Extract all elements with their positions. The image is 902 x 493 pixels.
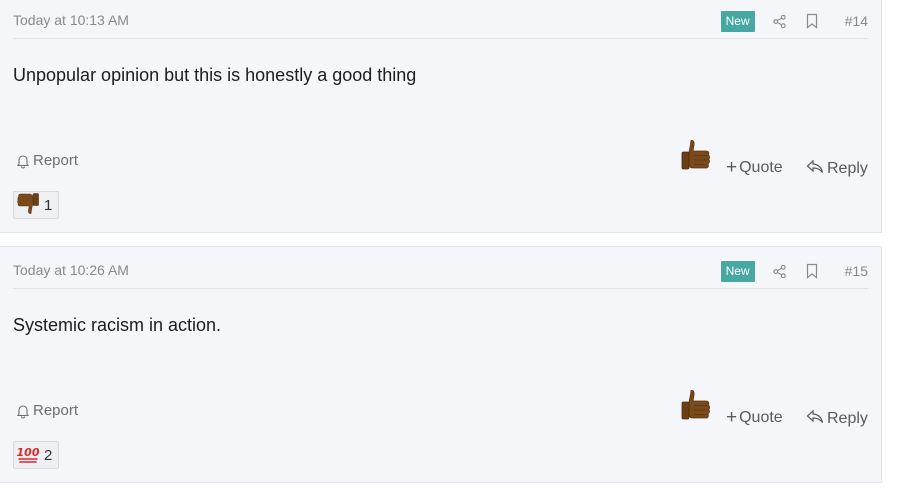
- svg-text:100: 100: [17, 446, 40, 459]
- post-message: Systemic racism in action.: [13, 315, 222, 335]
- hundred-points-icon: 100: [16, 441, 40, 470]
- bookmark-icon[interactable]: [803, 262, 821, 280]
- quote-label: Quote: [739, 409, 783, 426]
- post-15: Today at 10:26 AM New #15 Systemic racis…: [0, 246, 882, 483]
- share-icon[interactable]: [771, 12, 789, 30]
- quote-label: Quote: [739, 159, 783, 176]
- new-badge: New: [720, 10, 755, 32]
- reply-label: Reply: [827, 160, 868, 177]
- report-link[interactable]: Report: [15, 402, 78, 419]
- quote-link[interactable]: + Quote: [726, 407, 783, 428]
- post-number[interactable]: #15: [845, 263, 868, 279]
- post-header: Today at 10:26 AM New #15: [13, 257, 868, 289]
- thumbs-down-icon: [16, 191, 40, 220]
- post-message: Unpopular opinion but this is honestly a…: [13, 65, 417, 85]
- bell-icon: [15, 403, 31, 419]
- thumbs-up-icon[interactable]: [680, 389, 712, 423]
- reaction-summary[interactable]: 100 2: [13, 441, 60, 470]
- bookmark-icon[interactable]: [803, 12, 821, 30]
- post-header: Today at 10:13 AM New #14: [13, 7, 868, 39]
- post-14: Today at 10:13 AM New #14 Unpopular opin…: [0, 0, 882, 233]
- post-timestamp[interactable]: Today at 10:13 AM: [13, 12, 129, 28]
- report-label: Report: [33, 152, 79, 169]
- report-label: Report: [33, 402, 79, 419]
- plus-icon: +: [726, 157, 738, 178]
- reaction-count: 2: [44, 446, 53, 464]
- reply-link[interactable]: Reply: [806, 159, 868, 179]
- reaction-count: 1: [44, 196, 53, 214]
- share-icon[interactable]: [771, 262, 789, 280]
- post-timestamp[interactable]: Today at 10:26 AM: [13, 262, 129, 278]
- bell-icon: [15, 153, 31, 169]
- reply-arrow-icon: [806, 409, 824, 429]
- reply-label: Reply: [827, 410, 868, 427]
- post-header-actions: New #15: [720, 260, 868, 282]
- reply-arrow-icon: [806, 159, 824, 179]
- thumbs-up-icon[interactable]: [680, 139, 712, 173]
- post-header-actions: New #14: [720, 10, 868, 32]
- plus-icon: +: [726, 407, 738, 428]
- new-badge: New: [720, 260, 755, 282]
- quote-link[interactable]: + Quote: [726, 157, 783, 178]
- reaction-summary[interactable]: 1: [13, 191, 60, 220]
- report-link[interactable]: Report: [15, 152, 78, 169]
- reply-link[interactable]: Reply: [806, 409, 868, 429]
- post-number[interactable]: #14: [845, 13, 868, 29]
